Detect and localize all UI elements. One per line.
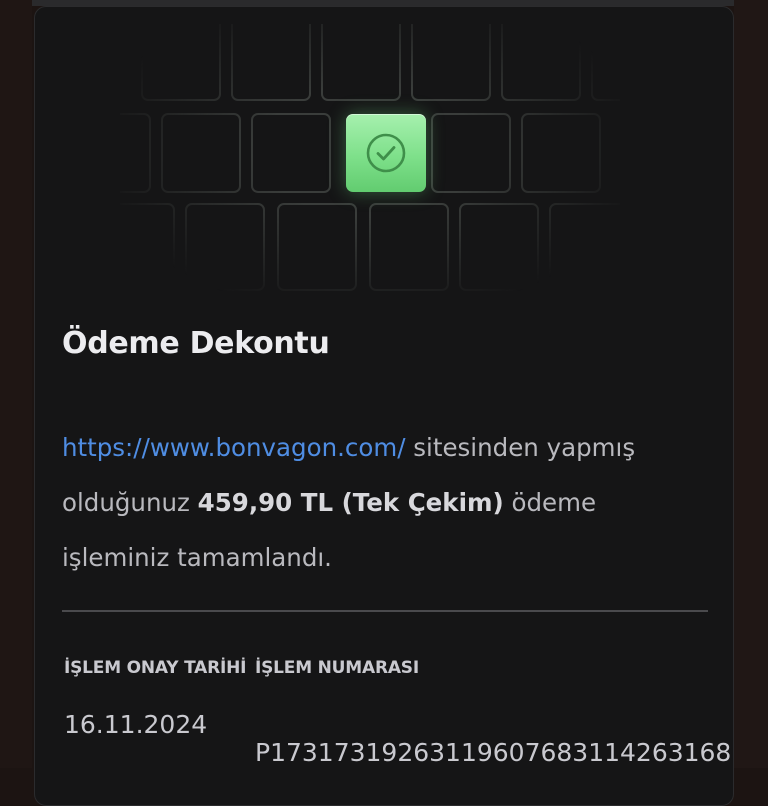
page-title: Ödeme Dekontu (62, 326, 330, 361)
background-edge-right (734, 0, 768, 768)
approval-date-value: 16.11.2024 (64, 710, 208, 739)
background-edge-left (0, 0, 32, 768)
divider (62, 610, 708, 612)
payment-amount: 459,90 TL (Tek Çekim) (197, 488, 504, 517)
check-circle-icon (366, 133, 406, 173)
merchant-link[interactable]: https://www.bonvagon.com/ (62, 433, 406, 462)
approval-date-label: İŞLEM ONAY TARİHİ (64, 658, 247, 678)
transaction-number-value: P17317319263119607683114263168 (255, 738, 732, 767)
transaction-number-label: İŞLEM NUMARASI (255, 658, 419, 678)
success-tile (346, 114, 426, 192)
payment-description: https://www.bonvagon.com/ sitesinden yap… (62, 420, 702, 585)
